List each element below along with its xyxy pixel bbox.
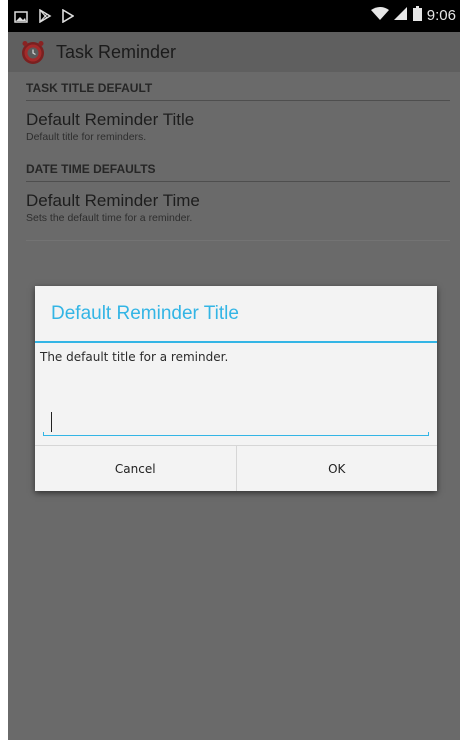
playstore-icon xyxy=(38,8,52,27)
gallery-icon xyxy=(14,8,28,27)
wifi-icon xyxy=(370,6,389,25)
device-screen: 9:06 Task Reminder TASK TITLE DEFAULT De… xyxy=(8,0,460,740)
edit-text-dialog: Default Reminder Title The default title… xyxy=(35,286,437,491)
pref-default-reminder-time[interactable]: Default Reminder Time Sets the default t… xyxy=(26,183,450,229)
dialog-title-divider xyxy=(35,341,437,343)
pref-summary: Default title for reminders. xyxy=(26,131,147,143)
status-bar: 9:06 xyxy=(8,0,460,32)
app-title: Task Reminder xyxy=(56,42,177,62)
pref-title: Default Reminder Title xyxy=(26,110,195,129)
status-bar-right: 9:06 xyxy=(370,6,456,25)
status-time: 9:06 xyxy=(426,7,456,24)
dialog-button-bar: Cancel OK xyxy=(35,445,437,491)
dialog-title: Default Reminder Title xyxy=(51,303,239,324)
dialog-message: The default title for a reminder. xyxy=(40,350,229,364)
text-cursor xyxy=(51,412,52,432)
signal-icon xyxy=(393,6,408,25)
pref-summary: Sets the default time for a reminder. xyxy=(26,212,193,224)
input-underline-tick-right xyxy=(428,432,429,436)
reminder-title-field[interactable] xyxy=(43,404,429,438)
pref-default-reminder-title[interactable]: Default Reminder Title Default title for… xyxy=(26,102,450,148)
reminder-title-input[interactable] xyxy=(43,404,429,434)
status-bar-left xyxy=(14,8,75,27)
cancel-button[interactable]: Cancel xyxy=(35,446,236,491)
list-divider xyxy=(26,240,450,241)
section-header-task-title: TASK TITLE DEFAULT xyxy=(26,74,450,101)
input-underline-tick-left xyxy=(43,432,44,436)
alarm-clock-icon[interactable] xyxy=(20,39,46,65)
play-icon xyxy=(62,8,75,27)
ok-button[interactable]: OK xyxy=(235,446,438,491)
action-bar: Task Reminder xyxy=(8,32,460,72)
section-header-date-time: DATE TIME DEFAULTS xyxy=(26,155,450,182)
input-underline xyxy=(43,435,429,436)
battery-icon xyxy=(412,6,422,25)
pref-title: Default Reminder Time xyxy=(26,191,200,210)
